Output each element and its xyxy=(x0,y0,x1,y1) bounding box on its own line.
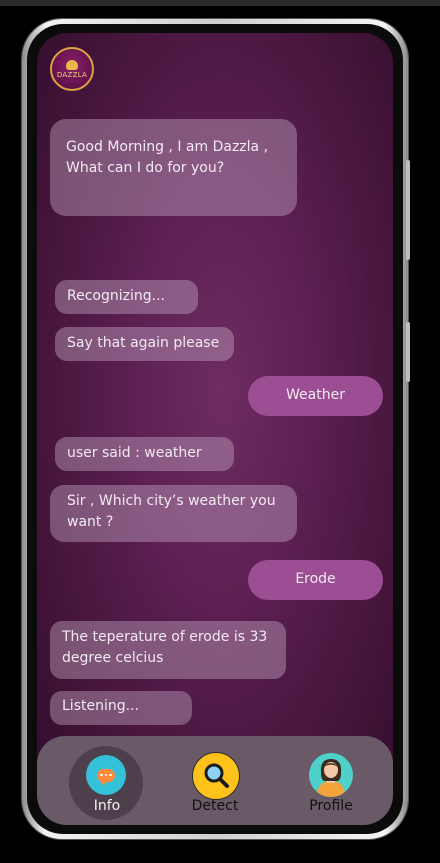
nav-item-info[interactable]: Info xyxy=(69,736,145,825)
phone-volume-button xyxy=(406,160,410,260)
nav-item-profile[interactable]: Profile xyxy=(305,736,385,825)
chat-bubble-icon xyxy=(86,755,126,795)
user-message-erode: Erode xyxy=(248,560,383,600)
stage: DAZZLA Good Morning , I am Dazzla , What… xyxy=(0,0,440,863)
bot-message-recognizing: Recognizing... xyxy=(55,280,198,314)
bot-message-which-city: Sir , Which city’s weather you want ? xyxy=(50,485,297,542)
app-screen: DAZZLA Good Morning , I am Dazzla , What… xyxy=(37,33,393,825)
bot-message-user-said: user said : weather xyxy=(55,437,234,471)
bot-message-temperature: The teperature of erode is 33 degree cel… xyxy=(50,621,286,679)
nav-item-detect[interactable]: Detect xyxy=(187,736,267,825)
nav-label-detect: Detect xyxy=(191,798,239,814)
bot-message-greeting: Good Morning , I am Dazzla , What can I … xyxy=(50,119,297,216)
dazzla-logo[interactable]: DAZZLA xyxy=(50,47,94,91)
nav-label-info: Info xyxy=(93,798,121,814)
user-avatar-icon xyxy=(309,753,353,797)
user-message-weather: Weather xyxy=(248,376,383,416)
bot-message-say-again: Say that again please xyxy=(55,327,234,361)
logo-emblem-icon xyxy=(66,59,78,70)
nav-label-profile: Profile xyxy=(309,798,353,814)
phone-power-button xyxy=(406,322,410,382)
magnifier-icon xyxy=(192,752,240,800)
top-bar xyxy=(0,0,440,6)
bottom-nav: Info Detect Profile xyxy=(37,736,393,825)
bot-message-listening: Listening... xyxy=(50,691,192,725)
logo-text: DAZZLA xyxy=(56,70,88,79)
